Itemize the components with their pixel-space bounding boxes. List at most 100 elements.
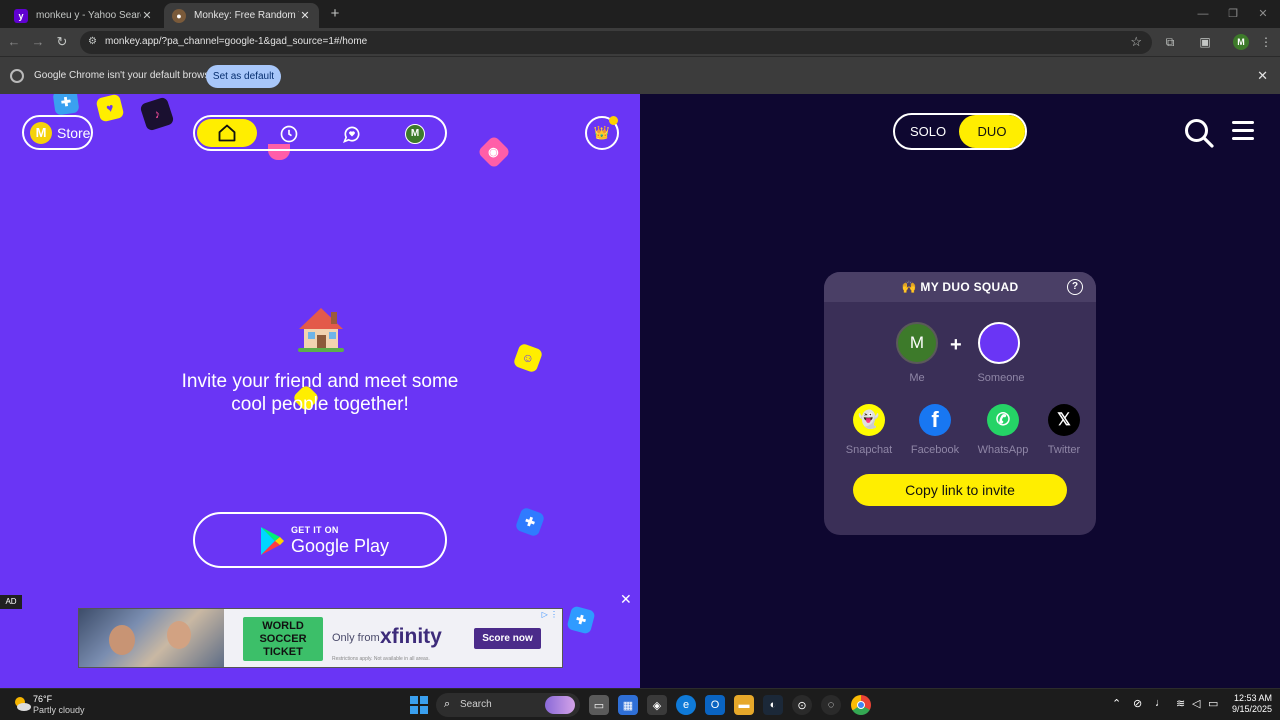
- nav-home-button[interactable]: [197, 119, 257, 147]
- app-icon[interactable]: ⊙: [792, 695, 812, 715]
- new-tab-button[interactable]: +: [326, 5, 344, 23]
- windows-start-icon[interactable]: [410, 696, 428, 714]
- chat-heart-icon: [343, 126, 360, 143]
- ad-banner[interactable]: WORLD SOCCER TICKET Only from xfinity Re…: [78, 608, 563, 668]
- solo-mode-button[interactable]: SOLO: [895, 115, 961, 148]
- volume-icon[interactable]: ◁: [1192, 697, 1200, 710]
- squad-title: 🙌 MY DUO SQUAD: [824, 280, 1096, 294]
- crown-icon: 👑: [593, 125, 611, 140]
- floating-sticker-icon: ✚: [52, 94, 80, 116]
- me-label: Me: [909, 372, 925, 384]
- tab-monkey[interactable]: ● Monkey: Free Random Video C ✕: [164, 3, 319, 28]
- premium-button[interactable]: 👑: [585, 116, 619, 150]
- whatsapp-icon: ✆: [987, 404, 1019, 436]
- share-whatsapp[interactable]: ✆ WhatsApp: [973, 404, 1033, 456]
- google-play-icon: [261, 527, 284, 555]
- share-snapchat[interactable]: 👻 Snapchat: [839, 404, 899, 456]
- chevron-up-icon[interactable]: ⌃: [1112, 697, 1121, 710]
- floating-sticker-icon: ✚: [566, 605, 596, 635]
- battery-icon[interactable]: ▭: [1208, 697, 1218, 710]
- nav-profile-button[interactable]: M: [402, 121, 428, 147]
- tab-yahoo-search[interactable]: y monkeu y - Yahoo Search Resu ✕: [6, 3, 161, 28]
- adchoices-icon[interactable]: ▷ ⋮: [542, 610, 558, 619]
- clock[interactable]: 12:53 AM 9/15/2025: [1222, 693, 1272, 715]
- share-label: Twitter: [1047, 444, 1081, 456]
- site-info-icon[interactable]: ⚙: [88, 36, 100, 48]
- window-close-button[interactable]: ✕: [1248, 4, 1278, 24]
- reload-button[interactable]: ↻: [52, 32, 72, 52]
- twitter-x-icon: 𝕏: [1048, 404, 1080, 436]
- file-explorer-icon[interactable]: ▬: [734, 695, 754, 715]
- task-view-icon[interactable]: ▭: [589, 695, 609, 715]
- ad-close-icon[interactable]: ✕: [620, 591, 632, 608]
- extensions-icon[interactable]: ⧉: [1162, 34, 1178, 50]
- nav-history-button[interactable]: [276, 121, 302, 147]
- share-label: Snapchat: [845, 444, 893, 456]
- reading-list-icon[interactable]: ▣: [1197, 34, 1213, 50]
- ad-cta-button[interactable]: Score now: [474, 628, 541, 649]
- ad-only-from: Only from: [332, 632, 380, 644]
- google-play-small-text: GET IT ON: [291, 525, 339, 535]
- network-off-icon[interactable]: ⊘: [1133, 697, 1142, 710]
- share-facebook[interactable]: f Facebook: [905, 404, 965, 456]
- profile-avatar[interactable]: M: [1233, 34, 1249, 50]
- partly-cloudy-icon[interactable]: [12, 694, 32, 714]
- more-menu-icon[interactable]: ⋮: [1258, 34, 1274, 50]
- tab-title: monkeu y - Yahoo Search Resu: [36, 10, 141, 21]
- floating-sticker-icon: ☺: [512, 342, 544, 374]
- squad-title-text: MY DUO SQUAD: [920, 280, 1019, 294]
- bookmark-star-icon[interactable]: ☆: [1130, 34, 1142, 50]
- someone-avatar[interactable]: [978, 322, 1020, 364]
- clock-time: 12:53 AM: [1233, 693, 1272, 703]
- help-icon[interactable]: ?: [1067, 279, 1083, 295]
- share-twitter[interactable]: 𝕏 Twitter: [1034, 404, 1094, 456]
- floating-sticker-icon: ♪: [139, 96, 175, 132]
- edge-icon[interactable]: e: [676, 695, 696, 715]
- minimize-button[interactable]: —: [1188, 4, 1218, 24]
- maximize-button[interactable]: ❐: [1218, 4, 1248, 24]
- store-label: Store: [57, 124, 91, 141]
- google-play-button[interactable]: GET IT ON Google Play: [193, 512, 447, 568]
- store-app-icon[interactable]: ▦: [618, 695, 638, 715]
- share-label: Facebook: [910, 444, 960, 456]
- forward-button[interactable]: →: [28, 32, 48, 52]
- chrome-icon: [10, 69, 24, 83]
- tab-close-icon[interactable]: ✕: [299, 9, 311, 22]
- app-icon[interactable]: ◌: [821, 695, 841, 715]
- address-bar[interactable]: ⚙ monkey.app/?pa_channel=google-1&gad_so…: [80, 31, 1152, 54]
- microphone-icon[interactable]: ♩: [1155, 697, 1166, 709]
- taskbar-search-text: Search: [460, 699, 492, 710]
- back-button[interactable]: ←: [4, 32, 24, 52]
- app-icon[interactable]: ◈: [647, 695, 667, 715]
- tab-title: Monkey: Free Random Video C: [194, 10, 299, 21]
- weather-description[interactable]: Partly cloudy: [33, 705, 85, 715]
- steam-icon[interactable]: ◐: [763, 695, 783, 715]
- taskbar-search[interactable]: ⌕ Search: [436, 693, 580, 717]
- house-icon: [298, 308, 344, 352]
- search-icon[interactable]: [1184, 118, 1214, 148]
- store-button[interactable]: M Store: [22, 115, 93, 150]
- default-browser-infobar: Google Chrome isn't your default browser…: [0, 56, 1280, 94]
- right-panel: SOLO DUO 🙌 MY DUO SQUAD ? M + Me Someone…: [640, 94, 1280, 688]
- clock-date: 9/15/2025: [1231, 704, 1272, 714]
- search-highlight-icon: [545, 696, 575, 714]
- wifi-icon[interactable]: ≋: [1176, 697, 1185, 710]
- chrome-icon[interactable]: [851, 695, 871, 715]
- home-icon: [218, 124, 236, 142]
- left-panel: ✚ ♥ ♪ ◉ ☺ ✚ ✚ M Store M 👑 Invite your fr…: [0, 94, 640, 688]
- weather-temperature[interactable]: 76°F: [33, 694, 52, 704]
- nav-chat-button[interactable]: [339, 121, 365, 147]
- copy-invite-link-button[interactable]: Copy link to invite: [853, 474, 1067, 506]
- hamburger-menu-icon[interactable]: [1232, 121, 1254, 141]
- outlook-icon[interactable]: O: [705, 695, 725, 715]
- tab-close-icon[interactable]: ✕: [141, 9, 153, 22]
- url-text: monkey.app/?pa_channel=google-1&gad_sour…: [105, 36, 368, 47]
- infobar-close-icon[interactable]: ✕: [1257, 68, 1268, 84]
- set-as-default-button[interactable]: Set as default: [206, 65, 281, 88]
- ad-brand: xfinity: [380, 625, 442, 648]
- duo-mode-button[interactable]: DUO: [959, 115, 1025, 148]
- yahoo-favicon-icon: y: [14, 8, 28, 23]
- browser-toolbar: ← → ↻ ⚙ monkey.app/?pa_channel=google-1&…: [0, 28, 1280, 56]
- raised-hands-icon: 🙌: [901, 280, 917, 294]
- ad-ticket-logo: WORLD SOCCER TICKET: [243, 617, 323, 661]
